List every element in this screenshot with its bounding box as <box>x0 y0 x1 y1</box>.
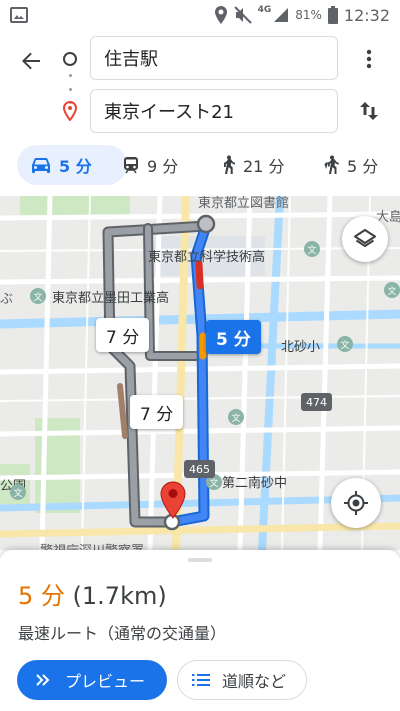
train-icon <box>124 157 138 174</box>
tab-cycle-label: 5 分 <box>347 157 379 176</box>
steps-button[interactable]: 道順など <box>177 660 307 700</box>
network-type: 4G <box>257 5 272 15</box>
tab-car[interactable]: 5 分 <box>17 145 127 185</box>
duration-value: 5 分 <box>18 582 65 610</box>
distance-value: (1.7km) <box>72 582 167 610</box>
tab-walk[interactable]: 21 分 <box>221 145 284 185</box>
travel-modes: 5 分 9 分 21 分 5 分 <box>0 145 400 185</box>
tab-cycle[interactable]: 5 分 <box>323 145 378 185</box>
tab-car-label: 5 分 <box>59 157 92 176</box>
my-location-icon <box>344 491 368 515</box>
double-chevron-icon <box>36 674 50 686</box>
destination-pin-icon <box>62 100 78 125</box>
school-icon: 文 <box>337 336 353 352</box>
back-button[interactable] <box>14 44 48 78</box>
battery-percent: 81% <box>295 8 322 22</box>
location-icon <box>214 6 228 24</box>
tab-transit-label: 9 分 <box>147 157 179 176</box>
map-label-top-center: 東京都立図書館 <box>198 196 290 211</box>
mute-icon <box>233 6 252 24</box>
layers-icon <box>354 229 376 247</box>
route-duration: 5 分 (1.7km) <box>18 576 167 611</box>
my-location-button[interactable] <box>331 478 381 528</box>
swap-button[interactable] <box>352 94 386 128</box>
map-label-minamisuna: 第二南砂中 <box>222 476 288 491</box>
destination-marker-icon[interactable] <box>160 481 186 519</box>
sheet-drag-handle[interactable] <box>188 558 212 562</box>
car-icon <box>32 158 50 173</box>
map-label-bottom-left: 警視庁深川警察署 <box>40 540 144 550</box>
route-badge-465: 465 <box>184 460 215 478</box>
walk-icon <box>224 155 235 174</box>
hiker-icon <box>324 155 339 174</box>
destination-input[interactable]: 東京イースト21 <box>90 89 338 133</box>
map-label-science-high: 東京都立科学技術高 <box>148 250 266 265</box>
route-summary-sheet[interactable]: 5 分 (1.7km) 最速ルート（通常の交通量） プレビュー 道順など <box>0 550 400 711</box>
route-connector-dots <box>68 74 72 104</box>
route-badge-474: 474 <box>301 393 332 411</box>
map-label-left-edge: ぶ <box>0 292 14 307</box>
preview-label: プレビュー <box>65 672 146 691</box>
battery-icon <box>327 6 338 24</box>
map-label-sumida-high: 東京都立墨田工業高 <box>52 291 170 306</box>
school-icon: 文 <box>384 282 400 298</box>
school-icon: 文 <box>304 241 320 257</box>
route-description: 最速ルート（通常の交通量） <box>18 624 227 643</box>
map-view[interactable]: 東京都立図書館 大島 東京都立科学技術高 東京都立墨田工業高 ぶ 北砂小 第二南… <box>0 196 400 550</box>
school-icon: 文 <box>10 484 26 500</box>
tab-walk-label: 21 分 <box>243 157 285 176</box>
swap-vert-icon <box>360 102 378 120</box>
image-icon <box>10 6 28 28</box>
alt-route-bubble-1[interactable]: 7 分 <box>96 318 150 352</box>
preview-button[interactable]: プレビュー <box>17 660 167 700</box>
school-icon: 文 <box>228 409 244 425</box>
origin-circle-icon <box>63 52 77 66</box>
route-header: 住吉駅 東京イースト21 5 分 9 分 21 分 5 分 <box>0 30 400 196</box>
steps-label: 道順など <box>222 672 287 691</box>
clock: 12:32 <box>343 5 390 25</box>
map-label-kitasuna: 北砂小 <box>281 340 321 355</box>
list-icon <box>192 674 210 686</box>
layers-button[interactable] <box>342 216 388 262</box>
signal-icon <box>273 7 289 23</box>
alt-route-bubble-2[interactable]: 7 分 <box>130 395 184 429</box>
tab-transit[interactable]: 9 分 <box>123 145 178 185</box>
more-options-button[interactable] <box>352 42 386 76</box>
school-icon: 文 <box>30 288 46 304</box>
more-vert-icon <box>366 49 372 69</box>
status-bar: 4G 81% 12:32 <box>0 0 400 30</box>
main-route-bubble[interactable]: 5 分 <box>206 320 261 354</box>
origin-input[interactable]: 住吉駅 <box>90 36 338 80</box>
back-arrow-icon <box>22 52 40 70</box>
